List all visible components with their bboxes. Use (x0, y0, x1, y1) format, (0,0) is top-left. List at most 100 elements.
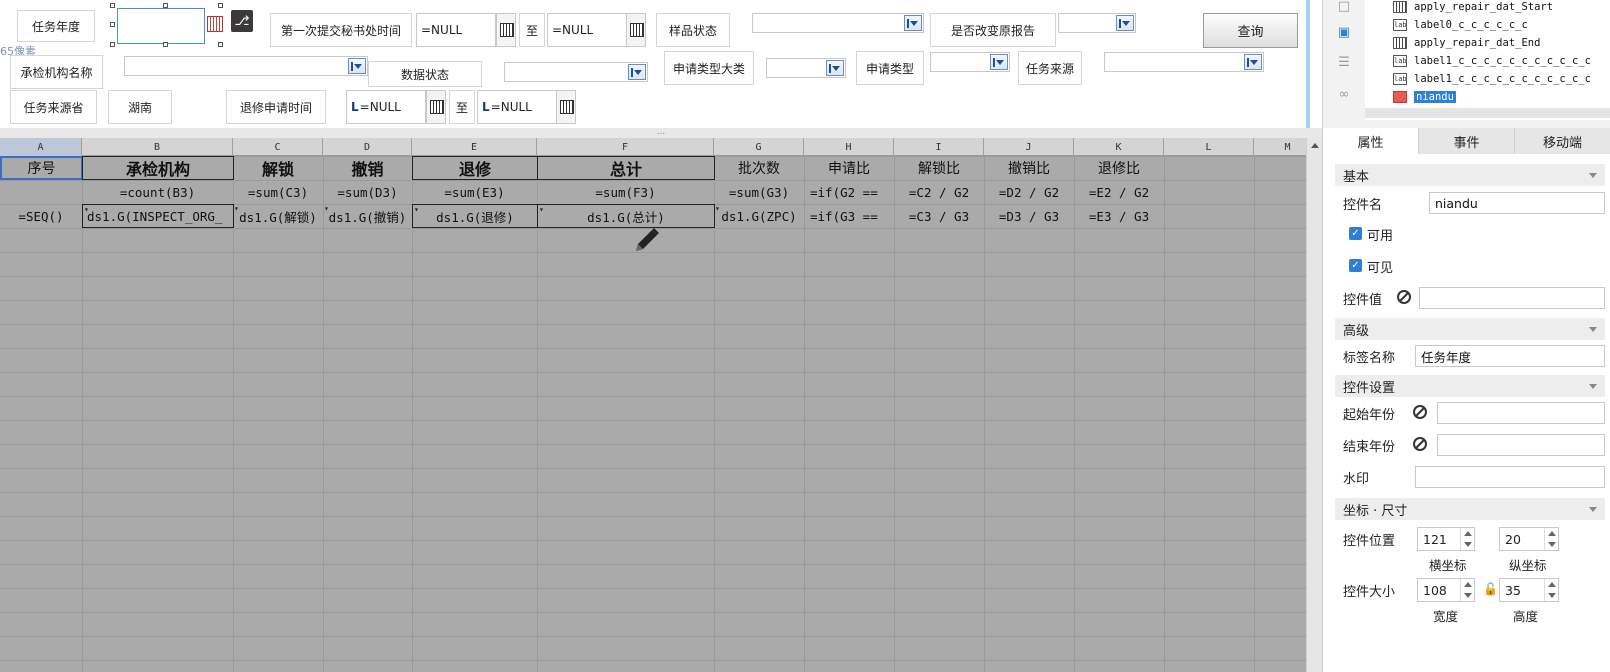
visible-checkbox[interactable]: ✓ (1349, 259, 1362, 272)
task-source-label[interactable]: 任务来源 (1018, 51, 1082, 85)
data-status-select[interactable] (504, 62, 648, 82)
column-header[interactable]: I (894, 138, 984, 156)
sheet-cell[interactable]: ▾ ds1.G(撤销) (323, 204, 412, 228)
sheet-cell[interactable]: 解锁比 (894, 156, 984, 180)
sheet-cell[interactable]: 退修 (412, 156, 538, 180)
sheet-cell[interactable]: 解锁 (233, 156, 323, 180)
dropdown-icon[interactable] (1116, 15, 1134, 31)
sheet-cell[interactable]: ▾ ds1.G(退修) (412, 204, 538, 228)
query-button[interactable]: 查询 (1203, 13, 1298, 48)
task-source-select[interactable] (1104, 52, 1264, 72)
stepper-arrows-icon[interactable] (1460, 528, 1474, 550)
aspect-lock-icon[interactable]: 🔓 (1483, 582, 1498, 596)
column-header[interactable]: B (82, 138, 233, 156)
pos-y-stepper[interactable]: 20 (1499, 527, 1559, 551)
dropdown-icon[interactable] (348, 58, 366, 74)
column-header[interactable]: L (1164, 138, 1254, 156)
dropdown-icon[interactable] (826, 60, 844, 76)
column-header[interactable]: C (233, 138, 323, 156)
stepper-arrows-icon[interactable] (1460, 579, 1474, 601)
calendar-icon[interactable] (207, 16, 223, 32)
resize-handle[interactable] (163, 42, 168, 47)
sheet-cell[interactable]: 撤销比 (984, 156, 1074, 180)
column-header[interactable]: F (537, 138, 714, 156)
column-header[interactable]: D (323, 138, 412, 156)
tree-item[interactable]: apply_repair_dat_Start (1393, 0, 1553, 16)
formula-ban-icon[interactable] (1397, 290, 1411, 304)
square-icon[interactable]: □ (1335, 0, 1353, 14)
tree-item[interactable]: lab label1_c_c_c_c_c_c_c_c_c_c_c (1393, 70, 1591, 88)
sheet-cell[interactable]: =sum(D3) (323, 180, 412, 204)
dropdown-icon[interactable] (904, 15, 922, 31)
sheet-cell[interactable]: ▾ ds1.G(ZPC) (714, 204, 804, 228)
apply-type-label[interactable]: 申请类型 (856, 51, 924, 85)
link-icon[interactable]: ∞ (1335, 88, 1353, 102)
tree-item[interactable]: apply_repair_dat_End (1393, 34, 1540, 52)
formula-ban-icon[interactable] (1413, 437, 1427, 451)
first-submit-start-field[interactable]: =NULL (416, 13, 496, 47)
sheet-cell[interactable]: 申请比 (804, 156, 894, 180)
apply-type-select[interactable] (930, 52, 1010, 72)
sheet-cell[interactable]: =sum(C3) (233, 180, 323, 204)
resize-handle[interactable] (110, 22, 115, 27)
apply-type-major-label[interactable]: 申请类型大类 (664, 51, 754, 85)
sheet-cell[interactable]: =E3 / G3 (1074, 204, 1164, 228)
tree-horizontal-scrollbar[interactable] (1365, 108, 1610, 118)
resize-handle[interactable] (218, 3, 223, 8)
sheet-cell[interactable]: 承检机构 (82, 156, 234, 180)
task-source-province-label[interactable]: 任务来源省 (10, 90, 97, 124)
sheet-cell[interactable]: ▾ ds1.G(INSPECT_ORG_ (82, 204, 234, 228)
apply-type-major-select[interactable] (766, 58, 846, 78)
width-stepper[interactable]: 108 (1417, 578, 1475, 602)
dropdown-icon[interactable] (1244, 54, 1262, 70)
column-header[interactable]: H (804, 138, 894, 156)
calendar-icon[interactable] (426, 90, 446, 124)
sheet-cell[interactable]: 序号 (0, 156, 83, 180)
lock-icon[interactable]: ⎇ (231, 10, 253, 32)
task-source-province-value[interactable]: 湖南 (108, 90, 172, 124)
pane-splitter[interactable]: ... (0, 128, 1322, 138)
calendar-icon[interactable] (626, 13, 646, 47)
tree-item[interactable]: lab label1_c_c_c_c_c_c_c_c_c_c_c (1393, 52, 1591, 70)
dropdown-icon[interactable] (628, 64, 646, 80)
height-stepper[interactable]: 35 (1499, 578, 1559, 602)
sheet-cell[interactable]: =if(G2 == (804, 180, 894, 204)
sample-status-label[interactable]: 样品状态 (656, 13, 730, 47)
repair-apply-time-label[interactable]: 退修申请时间 (226, 90, 326, 124)
end-year-input[interactable] (1437, 434, 1605, 456)
sheet-cell[interactable]: =sum(G3) (714, 180, 804, 204)
stepper-arrows-icon[interactable] (1544, 579, 1558, 601)
widget-value-input[interactable] (1419, 287, 1605, 309)
spreadsheet[interactable]: A B C D E F G H I J K L M 序号 承检机构 解锁 撤销 … (0, 138, 1322, 672)
task-year-date-widget[interactable] (117, 8, 205, 44)
column-header[interactable]: E (412, 138, 537, 156)
widget-list-icon[interactable]: ▣ (1335, 26, 1353, 40)
calendar-icon[interactable] (496, 13, 516, 47)
column-header[interactable]: A (0, 138, 82, 156)
sheet-cell[interactable]: =SEQ() (0, 204, 82, 228)
tag-name-input[interactable]: 任务年度 (1415, 345, 1605, 367)
formula-ban-icon[interactable] (1413, 405, 1427, 419)
sheet-cell[interactable]: 退修比 (1074, 156, 1164, 180)
section-advanced[interactable]: 高级 (1335, 318, 1605, 340)
sheet-cell[interactable]: ▾ ds1.G(解锁) (233, 204, 323, 228)
tree-item[interactable]: lab label0_c_c_c_c_c_c (1393, 16, 1528, 34)
section-coords[interactable]: 坐标 · 尺寸 (1335, 498, 1605, 520)
layers-icon[interactable]: ☰ (1335, 56, 1353, 70)
sheet-cell[interactable]: =C3 / G3 (894, 204, 984, 228)
sheet-cell[interactable]: 撤销 (323, 156, 412, 180)
widget-tree[interactable]: apply_repair_dat_Start lab label0_c_c_c_c… (1365, 0, 1610, 120)
sheet-cell[interactable]: =E2 / G2 (1074, 180, 1164, 204)
tab-properties[interactable]: 属性 (1323, 128, 1419, 154)
resize-handle[interactable] (110, 42, 115, 47)
first-submit-label[interactable]: 第一次提交秘书处时间 (270, 13, 412, 47)
sheet-cell[interactable]: ▾ ds1.G(总计) (537, 204, 715, 228)
resize-handle[interactable] (163, 3, 168, 8)
change-report-label[interactable]: 是否改变原报告 (930, 13, 1056, 47)
sheet-cell[interactable]: =D3 / G3 (984, 204, 1074, 228)
dropdown-icon[interactable] (990, 54, 1008, 70)
watermark-input[interactable] (1415, 466, 1605, 488)
sheet-cell[interactable]: =sum(F3) (537, 180, 714, 204)
tree-item-selected[interactable]: niandu (1393, 88, 1456, 106)
resize-handle[interactable] (110, 3, 115, 8)
